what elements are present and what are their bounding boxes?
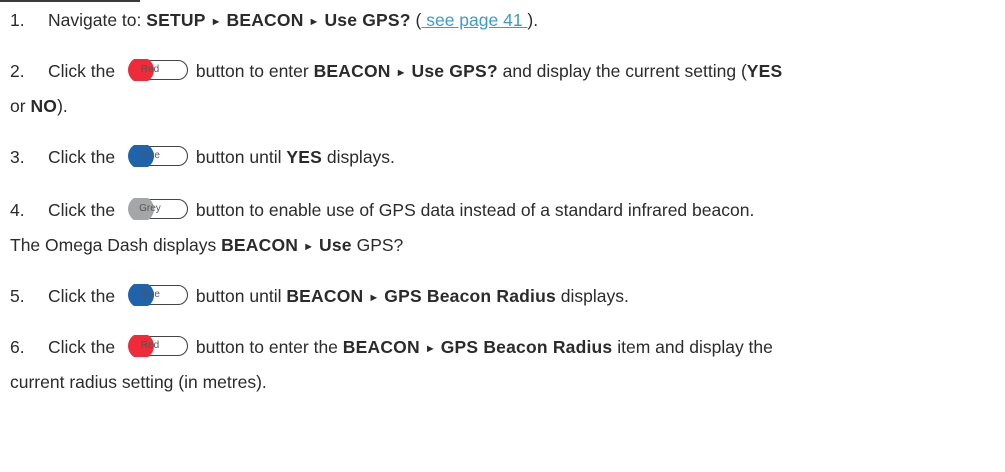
step-4-continued: The Omega Dash displays BEACON ► Use GPS? [10, 234, 403, 259]
step-2-continued: or NO). [10, 95, 68, 117]
step-4: 4. Click the Grey button to enable use of… [10, 198, 755, 222]
menu-path-item: BEACON [226, 10, 304, 30]
red-button: Red [122, 335, 189, 358]
menu-path-item: GPS Beacon Radius [384, 286, 556, 306]
step-3: 3. Click the Blue button until YES displa… [10, 145, 395, 169]
step-text: Navigate to: [48, 10, 147, 30]
step-text: ( [410, 10, 422, 30]
grey-button: Grey [122, 198, 189, 221]
option-yes: YES [286, 147, 322, 167]
triangle-right-icon: ► [368, 292, 380, 304]
menu-path-item: BEACON [313, 61, 391, 81]
menu-path-item: Use GPS? [411, 61, 498, 81]
step-text: or [10, 96, 31, 116]
step-text: button to enable use of GPS data instead… [195, 200, 755, 220]
step-number: 4. [10, 200, 25, 220]
step-2: 2. Click the Red button to enter BEACON ► U… [10, 59, 783, 85]
step-text: GPS? [351, 235, 404, 255]
step-text: The Omega Dash displays [10, 235, 222, 255]
step-text: button until [195, 286, 287, 306]
top-rule [0, 0, 140, 2]
page-link[interactable]: see page 41 [421, 10, 527, 30]
step-6-continued: current radius setting (in metres). [10, 371, 267, 393]
option-no: NO [30, 96, 58, 116]
button-label: Red [140, 64, 160, 76]
triangle-right-icon: ► [424, 343, 436, 355]
menu-path-item: Use [319, 235, 352, 255]
step-text: button to enter [195, 61, 314, 81]
step-text: Click the [48, 200, 116, 220]
menu-path-item: BEACON [286, 286, 364, 306]
triangle-right-icon: ► [210, 16, 222, 28]
step-text: current radius setting (in metres). [10, 372, 267, 392]
step-text: ). [57, 96, 68, 116]
red-button: Red [122, 59, 189, 82]
step-text: button until [195, 147, 287, 167]
blue-button: Blue [122, 145, 189, 168]
step-number: 5. [10, 286, 25, 306]
menu-path-item: GPS Beacon Radius [440, 337, 613, 357]
menu-path-item: BEACON [342, 337, 420, 357]
step-text: Click the [48, 286, 116, 306]
step-text: Click the [48, 147, 116, 167]
step-text: Click the [48, 61, 116, 81]
step-6: 6. Click the Red button to enter the BEAC… [10, 335, 773, 361]
step-text: Click the [48, 337, 116, 357]
menu-path-item: Use GPS? [324, 10, 411, 30]
button-label: Grey [139, 203, 161, 215]
triangle-right-icon: ► [303, 241, 315, 253]
step-text: displays. [321, 147, 395, 167]
blue-button: Blue [122, 284, 189, 307]
button-label: Red [140, 340, 160, 352]
triangle-right-icon: ► [395, 67, 407, 79]
step-number: 6. [10, 337, 25, 357]
triangle-right-icon: ► [308, 16, 320, 28]
menu-path-item: SETUP [146, 10, 206, 30]
step-1: 1. Navigate to: SETUP ► BEACON ► Use GPS? ( s… [10, 9, 538, 34]
button-label: Blue [139, 289, 160, 301]
option-yes: YES [746, 61, 783, 81]
step-text: and display the current setting ( [497, 61, 747, 81]
step-number: 2. [10, 61, 25, 81]
step-text: item and display the [612, 337, 773, 357]
step-number: 1. [10, 10, 25, 30]
step-text: ). [527, 10, 539, 30]
step-text: button to enter the [195, 337, 343, 357]
menu-path-item: BEACON [221, 235, 299, 255]
button-label: Blue [139, 150, 160, 162]
step-text: displays. [555, 286, 629, 306]
step-5: 5. Click the Blue button until BEACON ► GPS… [10, 284, 629, 310]
step-number: 3. [10, 147, 25, 167]
